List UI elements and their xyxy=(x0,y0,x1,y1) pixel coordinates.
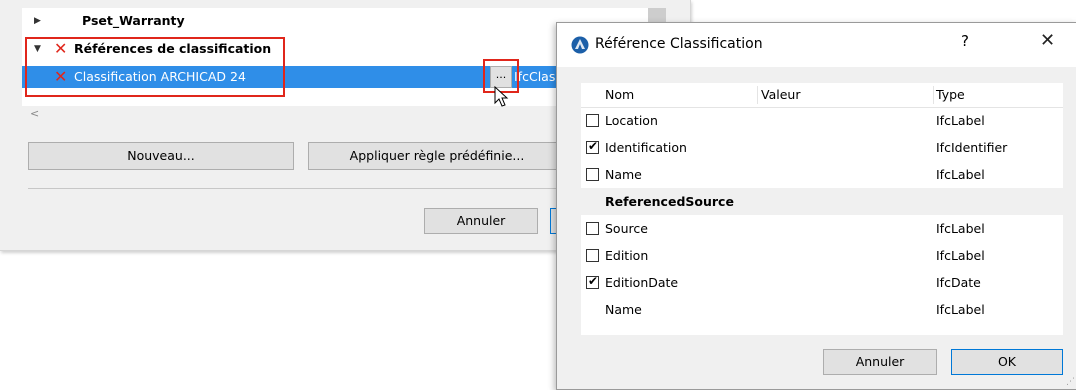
row-name: Source xyxy=(605,221,648,236)
grid-header: Nom Valeur Type xyxy=(581,83,1063,108)
mouse-cursor-icon xyxy=(494,86,509,107)
grid-row-source-name[interactable]: Name IfcLabel xyxy=(581,296,1063,323)
grid-section-referenced-source: ReferencedSource xyxy=(581,188,1063,215)
row-type: IfcLabel xyxy=(936,302,985,317)
cancel-button[interactable]: Annuler xyxy=(424,208,538,234)
row-checkbox-checked[interactable]: ✔ xyxy=(586,139,599,154)
row-name: Name xyxy=(605,167,642,182)
grid-row-location[interactable]: Location IfcLabel xyxy=(581,107,1063,134)
archicad-app-icon xyxy=(571,36,589,54)
checkmark-icon: ✔ xyxy=(588,274,599,288)
column-divider[interactable] xyxy=(757,86,758,104)
column-divider[interactable] xyxy=(933,86,934,104)
row-name: Location xyxy=(605,113,658,128)
checkmark-icon: ✔ xyxy=(588,139,599,153)
classification-reference-dialog: Référence Classification ? ✕ Nom Valeur … xyxy=(556,22,1076,390)
row-name: Edition xyxy=(605,248,649,263)
column-header-value[interactable]: Valeur xyxy=(761,83,800,107)
cancel-button[interactable]: Annuler xyxy=(823,349,937,375)
horizontal-scrollbar[interactable]: < xyxy=(22,106,648,122)
tree-row-label: Références de classification xyxy=(74,41,272,56)
dialog-title: Référence Classification xyxy=(595,36,763,52)
row-type: IfcDate xyxy=(936,275,981,290)
row-type: IfcLabel xyxy=(936,248,985,263)
row-checkbox-checked[interactable]: ✔ xyxy=(586,274,599,289)
row-type: IfcLabel xyxy=(936,221,985,236)
section-title: ReferencedSource xyxy=(605,194,734,209)
row-name: EditionDate xyxy=(605,275,679,290)
grid-row-edition[interactable]: Edition IfcLabel xyxy=(581,242,1063,269)
close-icon[interactable]: ✕ xyxy=(1040,30,1055,51)
invalid-x-icon: ✕ xyxy=(54,67,68,86)
new-button[interactable]: Nouveau... xyxy=(28,142,294,170)
expanded-arrow-icon[interactable]: ▼ xyxy=(34,38,41,60)
row-checkbox[interactable] xyxy=(586,168,599,181)
property-tree: ▶ Pset_Warranty ▼ ✕ Références de classi… xyxy=(22,8,648,120)
column-header-type[interactable]: Type xyxy=(936,83,965,107)
scroll-left-icon[interactable]: < xyxy=(30,107,39,120)
row-type: IfcLabel xyxy=(936,167,985,182)
grid-row-name[interactable]: Name IfcLabel xyxy=(581,161,1063,188)
edit-classification-button[interactable]: ... xyxy=(490,66,512,88)
collapsed-arrow-icon[interactable]: ▶ xyxy=(34,10,41,32)
row-type: IfcIdentifier xyxy=(936,140,1008,155)
tree-row-label: Pset_Warranty xyxy=(82,13,185,28)
attribute-grid: Nom Valeur Type Location IfcLabel ✔ Iden… xyxy=(581,83,1063,335)
row-type: IfcLabel xyxy=(936,113,985,128)
grid-row-edition-date[interactable]: ✔ EditionDate IfcDate xyxy=(581,269,1063,296)
apply-predefined-rule-button[interactable]: Appliquer règle prédéfinie... xyxy=(308,142,566,170)
invalid-x-icon: ✕ xyxy=(54,39,68,58)
tree-row-classification-references[interactable]: ▼ ✕ Références de classification xyxy=(22,38,648,60)
help-button[interactable]: ? xyxy=(961,32,969,50)
column-header-name[interactable]: Nom xyxy=(605,83,634,107)
tree-row-pset-warranty[interactable]: ▶ Pset_Warranty xyxy=(22,10,648,32)
row-name: Identification xyxy=(605,140,687,155)
row-checkbox[interactable] xyxy=(586,249,599,262)
grid-row-source[interactable]: Source IfcLabel xyxy=(581,215,1063,242)
row-checkbox[interactable] xyxy=(586,222,599,235)
grid-row-identification[interactable]: ✔ Identification IfcIdentifier xyxy=(581,134,1063,161)
row-checkbox[interactable] xyxy=(586,114,599,127)
resize-grip-icon[interactable]: ⋰ xyxy=(1066,377,1075,387)
row-name: Name xyxy=(605,302,642,317)
title-bar[interactable]: Référence Classification ? ✕ xyxy=(557,23,1076,67)
ok-button[interactable]: OK xyxy=(951,349,1063,375)
tree-row-label: Classification ARCHICAD 24 xyxy=(74,69,246,84)
